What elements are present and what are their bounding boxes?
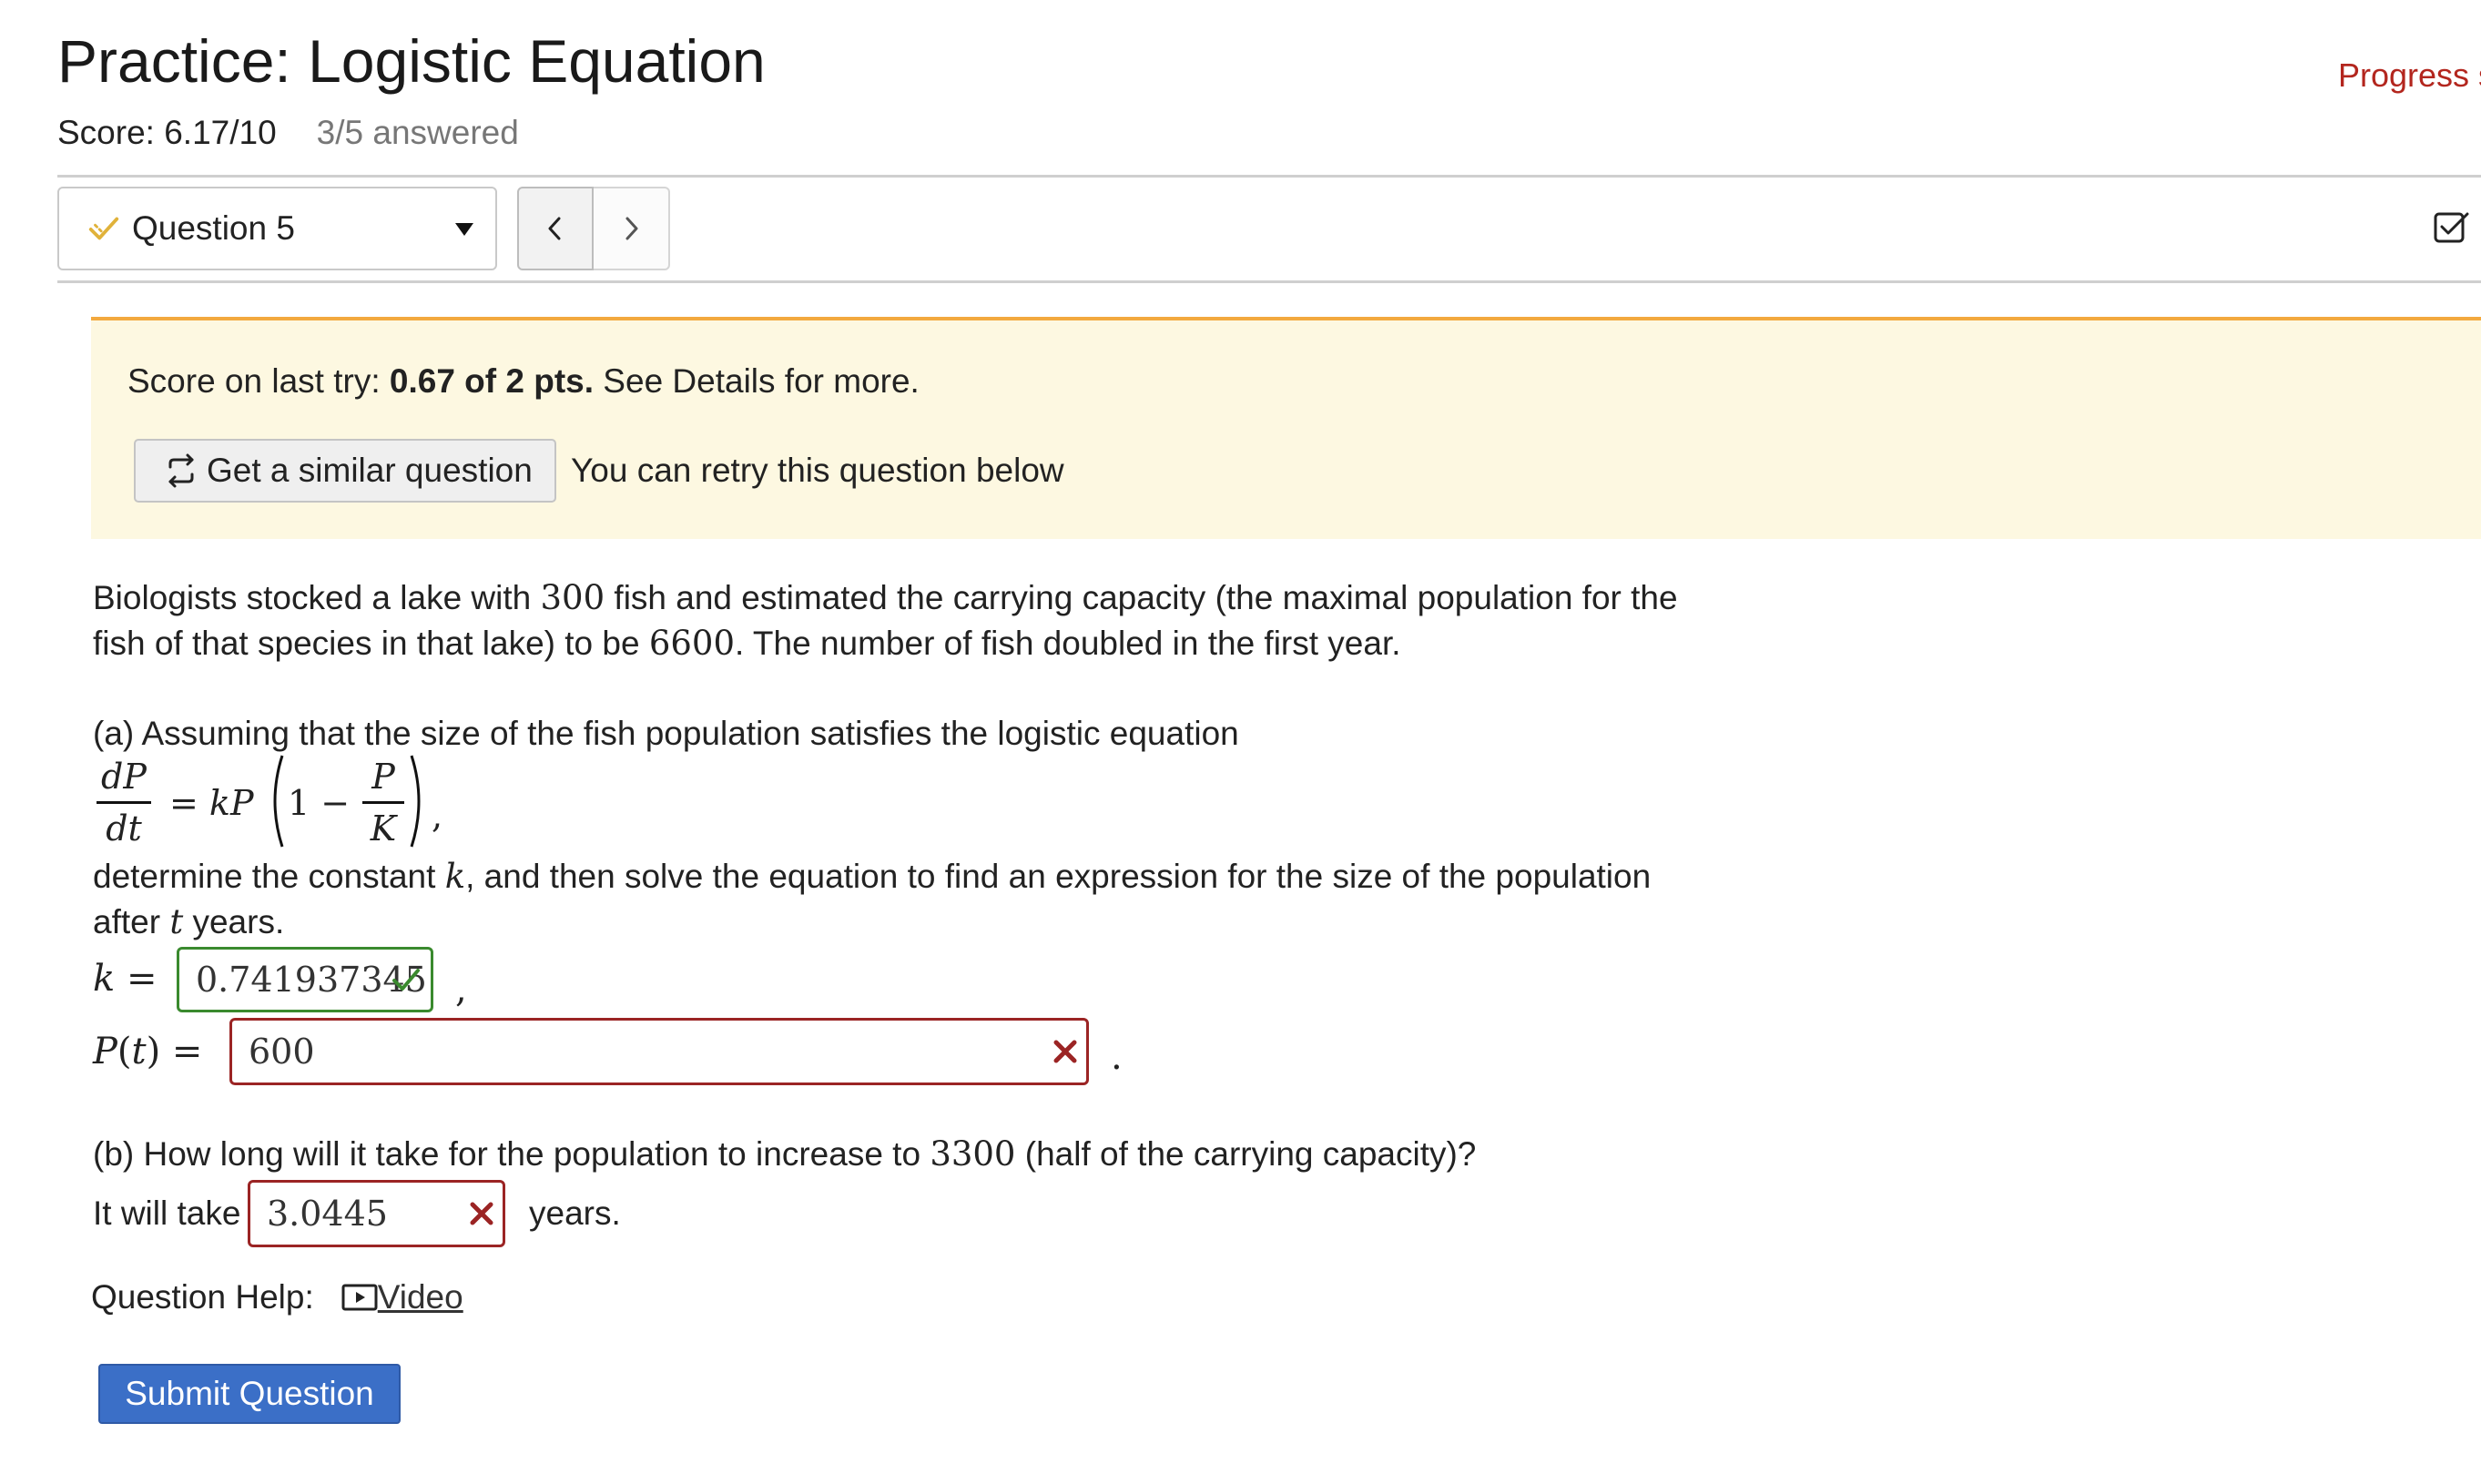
top-divider	[57, 175, 2481, 178]
time-answer-value: 3.0445	[267, 1194, 388, 1234]
wrong-x-icon	[470, 1202, 493, 1225]
var-k: k	[444, 857, 466, 896]
p-answer-value: 600	[249, 1032, 315, 1072]
problem-text: fish and estimated the carrying capacity…	[605, 579, 1678, 616]
submit-question-button[interactable]: Submit Question	[98, 1364, 401, 1424]
correct-check-icon	[392, 969, 420, 991]
p-period: .	[1111, 1036, 1123, 1078]
details-hint: See Details for more.	[594, 362, 920, 400]
nav-divider	[57, 280, 2481, 283]
question-nav	[517, 187, 670, 270]
part-a-intro: (a) Assuming that the size of the fish p…	[93, 715, 1239, 752]
k-answer-field[interactable]: 0.741937345	[177, 947, 433, 1012]
practice-page: Practice: Logistic Equation Progress s S…	[0, 0, 2481, 1484]
question-select-label: Question 5	[132, 209, 295, 247]
next-question-button[interactable]	[594, 187, 670, 270]
video-play-icon	[341, 1284, 378, 1311]
score-summary: Score: 6.17/10 3/5 answered	[57, 109, 519, 157]
problem-text: years.	[183, 903, 285, 940]
checkbox-list-icon[interactable]	[2433, 209, 2469, 246]
score-text: Score: 6.17/10	[57, 114, 277, 151]
part-b-question: (b) How long will it take for the popula…	[93, 1132, 1476, 1177]
fraction-bar	[362, 801, 404, 804]
problem-text: (b) How long will it take for the popula…	[93, 1135, 930, 1173]
problem-text-line-1: Biologists stocked a lake with 300 fish …	[93, 575, 1678, 621]
page-title: Practice: Logistic Equation	[57, 27, 766, 95]
video-help-label: Video	[377, 1278, 463, 1316]
dp-dt-fraction: dP dt	[97, 756, 151, 849]
left-paren	[273, 755, 284, 848]
time-answer-field[interactable]: 3.0445	[248, 1180, 505, 1247]
question-help: Question Help: Video	[91, 1275, 463, 1320]
answered-count: 3/5 answered	[316, 114, 519, 151]
eq-p: P	[371, 757, 395, 797]
after-line: after t years.	[93, 900, 284, 945]
problem-text: , and then solve the equation to find an…	[465, 858, 1652, 895]
last-try-label: Score on last try:	[127, 362, 390, 400]
problem-text: (half of the carrying capacity)?	[1015, 1135, 1477, 1173]
problem-text: Biologists stocked a lake with	[93, 579, 541, 616]
progress-link[interactable]: Progress s	[2338, 53, 2481, 98]
chevron-left-icon	[548, 217, 561, 240]
eq-one-minus: 1 −	[288, 783, 351, 823]
similar-question-label: Get a similar question	[207, 452, 533, 489]
eq-kp: = kP	[169, 783, 254, 823]
wrong-x-icon	[1053, 1040, 1077, 1063]
partial-check-icon	[88, 217, 119, 240]
prev-question-button[interactable]	[517, 187, 594, 270]
determine-line: determine the constant k, and then solve…	[93, 854, 1651, 900]
score-banner: Score on last try: 0.67 of 2 pts. See De…	[91, 317, 2481, 539]
similar-question-button[interactable]: Get a similar question	[134, 439, 556, 503]
eq-numerator: dP	[101, 757, 147, 797]
problem-text: fish of that species in that lake) to be	[93, 625, 649, 662]
p-label: P(t) =	[93, 1031, 203, 1072]
take-label: It will take	[93, 1194, 241, 1232]
last-try-points: 0.67 of 2 pts.	[389, 362, 595, 400]
p-answer-field[interactable]: 600	[229, 1018, 1089, 1085]
initial-population: 300	[540, 578, 605, 617]
caret-down-icon	[455, 223, 473, 236]
fraction-bar	[97, 801, 151, 804]
eq-k: K	[370, 808, 397, 849]
video-help-link[interactable]: Video	[341, 1275, 463, 1320]
problem-text: . The number of fish doubled in the firs…	[735, 625, 1401, 662]
problem-text-line-2: fish of that species in that lake) to be…	[93, 621, 1401, 666]
last-try-score: Score on last try: 0.67 of 2 pts. See De…	[127, 359, 920, 404]
p-k-fraction: P K	[362, 756, 404, 849]
var-t: t	[169, 902, 184, 941]
k-label: k =	[93, 958, 158, 1000]
carrying-capacity: 6600	[648, 624, 736, 663]
eq-denominator: dt	[106, 808, 142, 849]
retry-hint: You can retry this question below	[571, 452, 1064, 489]
right-paren	[410, 755, 421, 848]
half-capacity: 3300	[930, 1134, 1016, 1174]
chevron-right-icon	[625, 217, 638, 240]
k-comma: ,	[455, 969, 467, 1011]
years-label: years.	[529, 1194, 621, 1232]
retry-arrows-icon	[168, 453, 194, 488]
problem-text: determine the constant	[93, 858, 445, 895]
eq-comma: ,	[432, 796, 443, 836]
question-help-label: Question Help:	[91, 1278, 314, 1316]
question-select[interactable]: Question 5	[57, 187, 497, 270]
problem-text: after	[93, 903, 170, 940]
